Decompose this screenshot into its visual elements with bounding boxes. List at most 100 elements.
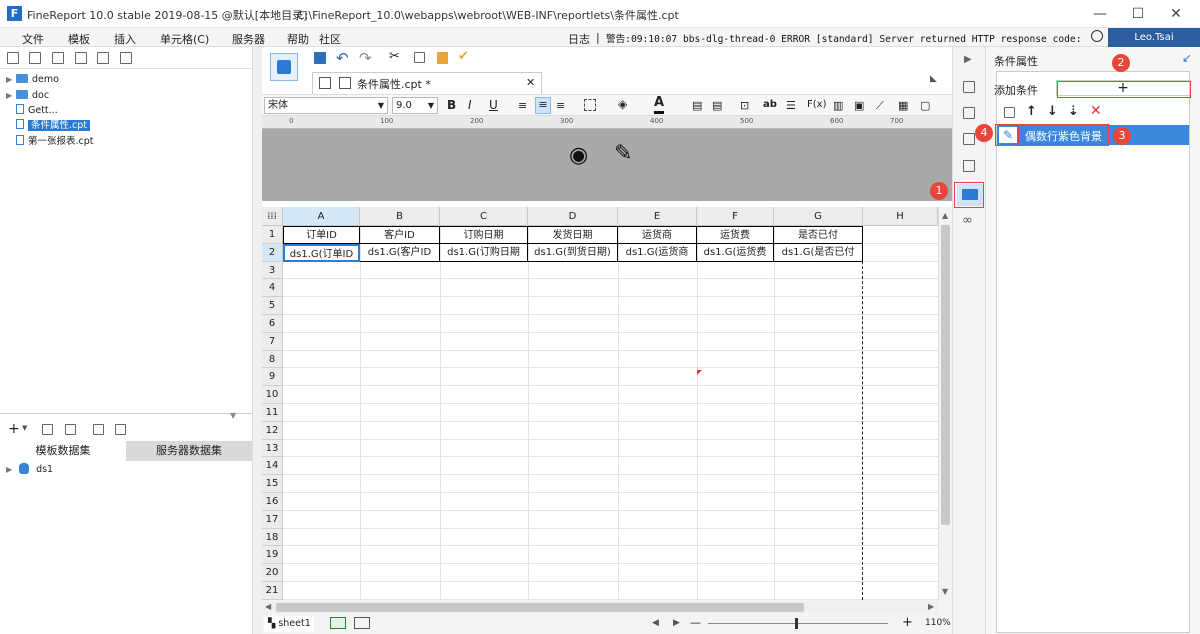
- row-header[interactable]: 18: [262, 528, 283, 547]
- format-brush-icon[interactable]: ✔: [458, 49, 469, 64]
- dataset-item[interactable]: ▶ ds1: [6, 463, 53, 475]
- scroll-up-icon[interactable]: ▲: [942, 211, 948, 220]
- cell-e2[interactable]: ds1.G(运货商: [618, 244, 697, 262]
- italic-icon[interactable]: I: [468, 98, 472, 112]
- log-label[interactable]: 日志: [568, 31, 590, 47]
- sub-report-icon[interactable]: ▦: [898, 99, 908, 112]
- menu-server[interactable]: 服务器: [232, 31, 265, 47]
- cell-c2[interactable]: ds1.G(订购日期: [440, 244, 528, 262]
- tree-item-demo[interactable]: ▶ demo: [6, 73, 59, 87]
- row-header[interactable]: 11: [262, 404, 283, 422]
- close-button[interactable]: ✕: [1164, 4, 1188, 24]
- doc-tab[interactable]: 条件属性.cpt * ✕: [312, 72, 542, 94]
- dropdown-icon[interactable]: ▼: [22, 424, 27, 432]
- row-header[interactable]: 15: [262, 475, 283, 493]
- cell-f2[interactable]: ds1.G(运货费: [697, 244, 774, 262]
- size-select[interactable]: 9.0 ▼: [392, 97, 438, 114]
- cell-f1[interactable]: 运货费: [697, 226, 774, 244]
- template-icon[interactable]: [270, 53, 298, 81]
- chart-icon[interactable]: ▥: [833, 99, 843, 112]
- move-up-icon[interactable]: ↑: [1026, 104, 1037, 119]
- splitter[interactable]: [252, 47, 262, 634]
- expand-icon[interactable]: ▶: [6, 73, 16, 87]
- col-header-f[interactable]: F: [697, 207, 774, 226]
- move-bottom-icon[interactable]: ⇣: [1068, 104, 1079, 119]
- crop-icon[interactable]: [963, 133, 975, 145]
- cell-g2[interactable]: ds1.G(是否已付: [774, 244, 863, 262]
- delete-condition-icon[interactable]: ✕: [1090, 103, 1102, 119]
- row-header[interactable]: 14: [262, 457, 283, 476]
- tree-item-cond[interactable]: 条件属性.cpt: [16, 119, 90, 133]
- cell-g1[interactable]: 是否已付: [774, 226, 863, 244]
- list-icon[interactable]: [52, 52, 64, 64]
- row-header[interactable]: 9: [262, 368, 283, 387]
- underline-icon[interactable]: U: [489, 98, 498, 112]
- scroll-thumb[interactable]: [941, 225, 950, 525]
- menu-file[interactable]: 文件: [22, 31, 44, 47]
- pencil-icon[interactable]: ✎: [614, 141, 632, 166]
- bold-icon[interactable]: B: [447, 98, 456, 112]
- cell-a1[interactable]: 订单ID: [283, 226, 360, 244]
- formula-icon[interactable]: F(x): [807, 99, 826, 110]
- cell-element-icon[interactable]: ⊡: [740, 99, 749, 112]
- new-folder-icon[interactable]: [7, 52, 19, 64]
- row-header[interactable]: 4: [262, 279, 283, 298]
- open-icon[interactable]: [29, 52, 41, 64]
- row-header[interactable]: 12: [262, 421, 283, 440]
- edit-dataset-icon[interactable]: [42, 424, 53, 435]
- zoom-out-button[interactable]: —: [690, 616, 701, 629]
- collapse-icon[interactable]: ▼: [230, 411, 236, 420]
- row-header[interactable]: 6: [262, 315, 283, 333]
- cut-icon[interactable]: ✂: [389, 49, 400, 64]
- expand-icon[interactable]: ▶: [6, 465, 16, 474]
- row-header[interactable]: 3: [262, 261, 283, 280]
- menu-cell[interactable]: 单元格(C): [160, 31, 209, 47]
- menu-insert[interactable]: 插入: [114, 31, 136, 47]
- sheet-left-icon[interactable]: ◀: [652, 618, 659, 628]
- undo-icon[interactable]: ↶: [336, 49, 349, 67]
- row-header[interactable]: 17: [262, 510, 283, 529]
- spreadsheet-grid[interactable]: ⁞⁞⁞ A B C D E F G H 1 2 3 4 5 6 7 8 9 10 11 12 13 14 1…: [262, 207, 938, 600]
- col-header-d[interactable]: D: [528, 207, 618, 226]
- expand-toolbar-icon[interactable]: ◣: [930, 74, 937, 84]
- param-icon[interactable]: [115, 424, 126, 435]
- add-report-sheet-icon[interactable]: [354, 617, 370, 629]
- cell-b2[interactable]: ds1.G(客户ID: [360, 244, 440, 262]
- zoom-slider[interactable]: [708, 623, 888, 624]
- merge-icon[interactable]: ▤: [692, 99, 702, 112]
- scroll-right-icon[interactable]: ▶: [928, 602, 934, 611]
- slash-icon[interactable]: ⟋: [876, 99, 884, 113]
- fill-color-icon[interactable]: ◈: [618, 97, 627, 111]
- sheet-right-icon[interactable]: ▶: [673, 618, 680, 628]
- row-header[interactable]: 7: [262, 332, 283, 351]
- edit-icon[interactable]: [75, 52, 87, 64]
- vertical-scrollbar[interactable]: ▲ ▼: [938, 207, 952, 600]
- panel-collapse-icon[interactable]: ↙: [1182, 51, 1192, 65]
- unmerge-icon[interactable]: ▤: [712, 99, 722, 112]
- col-header-b[interactable]: B: [360, 207, 440, 226]
- search-icon[interactable]: [1091, 30, 1103, 42]
- menu-community[interactable]: 社区: [319, 31, 341, 47]
- row-header[interactable]: 5: [262, 297, 283, 315]
- corner-cell[interactable]: ⁞⁞⁞: [262, 207, 283, 226]
- align-center-icon[interactable]: ≡: [535, 97, 551, 114]
- align-left-icon[interactable]: ≡: [518, 99, 527, 112]
- font-select[interactable]: 宋体 ▼: [264, 97, 388, 114]
- user-badge[interactable]: Leo.Tsai: [1108, 28, 1200, 47]
- rich-text-icon[interactable]: ☰: [786, 99, 796, 112]
- delete-dataset-icon[interactable]: [65, 424, 76, 435]
- expand-icon[interactable]: ▶: [6, 89, 16, 103]
- row-header[interactable]: 19: [262, 546, 283, 565]
- doc-tab-close-icon[interactable]: ✕: [526, 76, 535, 89]
- cell-d1[interactable]: 发货日期: [528, 226, 618, 244]
- col-header-a[interactable]: A: [283, 207, 360, 226]
- add-dataset-icon[interactable]: +: [8, 421, 20, 437]
- row-header[interactable]: 16: [262, 493, 283, 511]
- cell-c1[interactable]: 订购日期: [440, 226, 528, 244]
- zoom-thumb[interactable]: [795, 618, 798, 629]
- hide-icon[interactable]: ◉: [569, 143, 588, 168]
- tab-server-dataset[interactable]: 服务器数据集: [126, 441, 252, 461]
- sheet-tab[interactable]: ▚ sheet1: [264, 616, 314, 632]
- row-header[interactable]: 20: [262, 564, 283, 582]
- paste-icon[interactable]: [437, 52, 448, 64]
